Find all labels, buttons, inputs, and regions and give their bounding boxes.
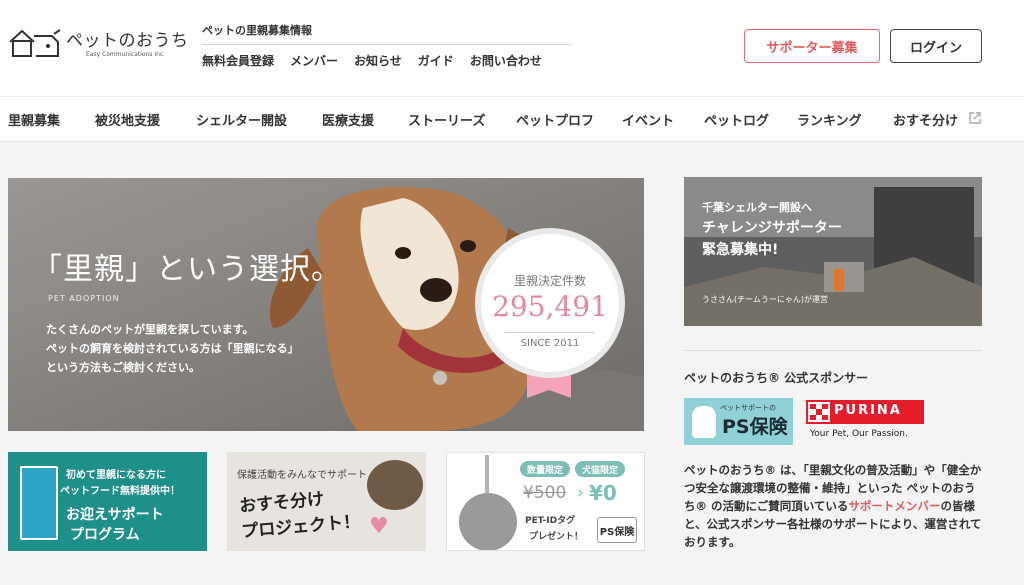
- hero-description: たくさんのペットが里親を探しています。 ペットの飼育を検討されている方は「里親に…: [46, 320, 299, 377]
- badge-divider: [505, 332, 595, 333]
- pet-id-tag-banner[interactable]: 数量限定 犬猫限定 ¥500 › ¥0 PET-IDタグ プレゼント！ PS保険: [446, 452, 645, 551]
- link-contact[interactable]: お問い合わせ: [470, 52, 542, 69]
- header-section-label: ペットの里親募集情報: [202, 24, 312, 37]
- main-nav: 里親募集 被災地支援 シェルター開設 医療支援 ストーリーズ ペットプロフ イベ…: [0, 96, 1024, 142]
- ps-insurance-mark: PS保険: [597, 517, 637, 543]
- purina-logo-box: PURINA: [806, 400, 924, 424]
- purina-wordmark: PURINA: [834, 403, 902, 418]
- new-price: ¥0: [589, 481, 617, 505]
- dog-icon: [692, 406, 716, 438]
- hero-desc-line: という方法もご検討ください。: [46, 361, 200, 374]
- badge-label: 里親決定件数: [513, 274, 586, 288]
- nav-item-share[interactable]: おすそ分け: [893, 110, 958, 129]
- sponsor-description: ペットのおうち® は、「里親文化の普及活動」や「健全かつ安全な譲渡環境の整備・維…: [684, 461, 984, 551]
- side-banner-text: 千葉シェルター開設へ: [702, 201, 812, 214]
- nav-item-stories[interactable]: ストーリーズ: [408, 110, 485, 129]
- nav-item-medical[interactable]: 医療支援: [322, 110, 374, 129]
- link-members[interactable]: メンバー: [290, 52, 338, 69]
- shelter-challenge-banner[interactable]: 千葉シェルター開設へ チャレンジサポーター 緊急募集中! うささん(チームうーに…: [684, 177, 982, 326]
- chevron-right-icon: ›: [577, 483, 584, 503]
- hero-banner[interactable]: 「里親」という選択。 PET ADOPTION たくさんのペットが里親を探してい…: [8, 178, 644, 431]
- side-banner-title: チャレンジサポーター: [702, 220, 842, 236]
- hero-desc-line: たくさんのペットが里親を探しています。: [46, 323, 254, 336]
- link-register[interactable]: 無料会員登録: [202, 52, 274, 69]
- house-logo-icon: [9, 29, 61, 57]
- ps-insurance-logo[interactable]: ペットサポートの PS保険: [684, 398, 793, 445]
- purina-tagline: Your Pet, Our Passion.: [810, 429, 908, 439]
- banner-text: プレゼント！: [529, 532, 584, 542]
- hero-title: 「里親」という選択。: [32, 252, 342, 287]
- sponsor-heading: ペットのおうち® 公式スポンサー: [684, 371, 869, 385]
- food-bowl-image: [367, 460, 423, 510]
- header-links: 無料会員登録 メンバー お知らせ ガイド お問い合わせ: [202, 52, 542, 69]
- site-header: ペットのおうち Easy Communications Inc. ペットの里親募…: [0, 0, 1024, 96]
- heart-icon: ♥: [369, 514, 389, 539]
- nav-item-events[interactable]: イベント: [622, 110, 674, 129]
- logo-subtitle: Easy Communications Inc.: [86, 51, 166, 58]
- badge-since: SINCE 2011: [520, 338, 580, 349]
- nav-item-ranking[interactable]: ランキング: [797, 110, 862, 129]
- hero-desc-line: ペットの飼育を検討されている方は「里親になる」: [46, 342, 299, 355]
- link-news[interactable]: お知らせ: [354, 52, 402, 69]
- nav-item-shelter[interactable]: シェルター開設: [196, 110, 287, 129]
- food-package-image: [20, 466, 58, 540]
- ps-logo-main: PS保険: [722, 416, 788, 438]
- nav-item-petprof[interactable]: ペットプロフ: [516, 110, 594, 129]
- tag-chain-image: [485, 455, 489, 493]
- logo-title: ペットのおうち: [66, 31, 189, 51]
- banner-text: ペットフード無料提供中！: [60, 486, 180, 497]
- supporter-member-link[interactable]: サポートメンバー: [848, 499, 940, 513]
- nav-item-petlog[interactable]: ペットログ: [704, 110, 769, 129]
- nav-item-disaster[interactable]: 被災地支援: [95, 110, 160, 129]
- share-project-banner[interactable]: 保護活動をみんなでサポート おすそ分け プロジェクト！ ♥: [227, 452, 426, 551]
- old-price: ¥500: [523, 483, 567, 503]
- side-banner-title: 緊急募集中!: [702, 242, 779, 258]
- pet-tag-image: [459, 493, 517, 550]
- banner-title: プログラム: [70, 527, 140, 543]
- site-logo[interactable]: ペットのおうち Easy Communications Inc.: [8, 24, 188, 68]
- banner-text: 初めて里親になる方に: [66, 470, 166, 481]
- welcome-support-banner[interactable]: 初めて里親になる方に ペットフード無料提供中！ お迎えサポート プログラム: [8, 452, 207, 551]
- header-divider: [202, 44, 572, 45]
- badge-count: 295,491: [492, 290, 608, 323]
- nav-item-adoption[interactable]: 里親募集: [8, 110, 60, 129]
- adoption-count-badge: 里親決定件数 295,491 SINCE 2011: [475, 228, 625, 378]
- sidebar-divider: [684, 350, 982, 351]
- link-guide[interactable]: ガイド: [418, 52, 454, 69]
- supporter-button[interactable]: サポーター募集: [744, 29, 880, 63]
- dog-cat-only-badge: 犬猫限定: [575, 461, 625, 477]
- purina-logo[interactable]: PURINA Your Pet, Our Passion.: [806, 400, 926, 446]
- limited-quantity-badge: 数量限定: [520, 461, 570, 477]
- banner-text: PET-IDタグ: [525, 516, 576, 526]
- external-link-icon: [969, 112, 981, 124]
- hero-subtitle: PET ADOPTION: [48, 294, 120, 303]
- checkerboard-icon: [808, 402, 830, 422]
- login-button[interactable]: ログイン: [890, 29, 982, 63]
- side-banner-credit: うささん(チームうーにゃん)が運営: [702, 295, 829, 304]
- banner-text: 保護活動をみんなでサポート: [237, 470, 367, 481]
- banner-title: お迎えサポート: [66, 507, 164, 523]
